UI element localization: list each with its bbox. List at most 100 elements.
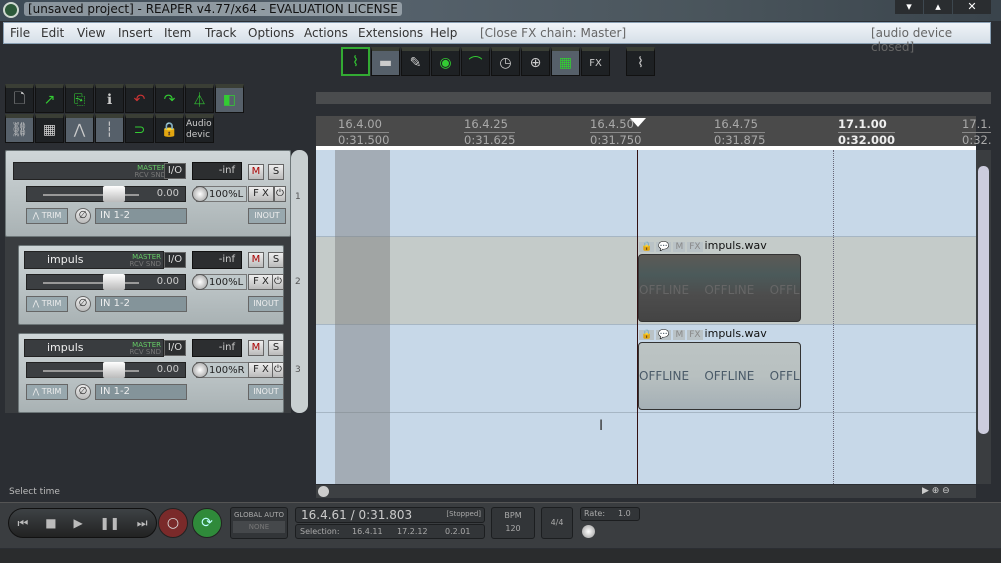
fx-button[interactable]: F X <box>248 186 274 202</box>
menu-extensions[interactable]: Extensions <box>358 26 423 40</box>
selection-display[interactable]: Selection: 16.4.11 17.2.12 0.2.01 <box>295 524 485 539</box>
track-2[interactable]: impuls MASTER RCV SND I/O -inf M S 0.00 1… <box>18 245 284 325</box>
envelope-icon[interactable]: ⋀ <box>65 114 94 143</box>
trim-button[interactable]: ⋀ TRIM <box>26 296 68 312</box>
mute-button[interactable]: M <box>248 252 264 268</box>
scroll-left-button[interactable] <box>318 486 329 497</box>
open-media-icon[interactable]: ⌇ <box>626 47 655 76</box>
go-to-start-icon[interactable]: ⏮ <box>17 516 28 531</box>
zoom-controls[interactable]: ▶ ⊕ ⊖ <box>922 486 972 498</box>
go-to-end-icon[interactable]: ⏭ <box>137 516 148 531</box>
io-button[interactable]: I/O <box>164 252 186 268</box>
io-button[interactable]: I/O <box>164 340 186 356</box>
fx-button[interactable]: F X <box>248 274 274 290</box>
phase-invert-icon[interactable]: ∅ <box>75 208 91 224</box>
monitor-button[interactable]: INOUT <box>248 296 284 312</box>
item-lock-icon[interactable]: 🔒 <box>639 242 655 252</box>
close-fx-chain[interactable]: [Close FX chain: Master] <box>480 26 626 40</box>
menu-file[interactable]: File <box>10 26 30 40</box>
mute-button[interactable]: M <box>248 164 264 180</box>
menu-view[interactable]: View <box>77 26 105 40</box>
solo-button[interactable]: S <box>268 340 284 356</box>
phase-invert-icon[interactable]: ∅ <box>75 384 91 400</box>
repeat-button[interactable]: ⟳ <box>192 508 222 538</box>
pause-icon[interactable]: ❚❚ <box>100 516 120 530</box>
vertical-scrollbar[interactable] <box>976 150 991 484</box>
timeline-ruler[interactable]: 16.4.00 0:31.500 16.4.25 0:31.625 16.4.50 0… <box>316 116 992 147</box>
loop-icon[interactable]: ⊃ <box>125 114 154 143</box>
save-project-icon[interactable]: ⎘ <box>65 84 94 113</box>
selection-length[interactable]: 0.2.01 <box>445 527 470 536</box>
solo-button[interactable]: S <box>268 164 284 180</box>
maximize-button[interactable]: ▴ <box>924 0 952 14</box>
track-3[interactable]: impuls MASTER RCV SND I/O -inf M S 0.00 1… <box>18 333 284 413</box>
stop-icon[interactable]: ■ <box>45 516 56 530</box>
project-info-icon[interactable]: ℹ <box>95 84 124 113</box>
rate-display[interactable]: Rate: 1.0 <box>580 507 640 521</box>
input-select[interactable]: IN 1-2 <box>95 296 187 312</box>
undo-icon[interactable]: ↶ <box>125 84 154 113</box>
trim-button[interactable]: ⋀ TRIM <box>26 208 68 224</box>
global-auto[interactable]: GLOBAL AUTO NONE <box>230 507 288 539</box>
close-button[interactable]: ✕ <box>953 0 991 14</box>
menu-track[interactable]: Track <box>205 26 236 40</box>
show-env-icon[interactable]: ◉ <box>431 47 460 76</box>
rate-knob[interactable] <box>582 525 595 538</box>
time-display[interactable]: 16.4.61 / 0:31.803 [Stopped] <box>295 507 485 523</box>
menu-help[interactable]: Help <box>430 26 457 40</box>
lock-icon[interactable]: ⛓ <box>5 114 34 143</box>
input-select[interactable]: IN 1-2 <box>95 208 187 224</box>
item-fx-button[interactable]: FX <box>687 242 703 252</box>
input-select[interactable]: IN 1-2 <box>95 384 187 400</box>
media-item[interactable]: OFFLINE OFFLINE OFFLI... <box>638 342 801 410</box>
pencil-icon[interactable]: ✎ <box>401 47 430 76</box>
menu-options[interactable]: Options <box>248 26 294 40</box>
auto-mode-button[interactable]: NONE <box>233 521 285 533</box>
fx-button[interactable]: F X <box>248 362 274 378</box>
minimize-button[interactable]: ▾ <box>895 0 923 14</box>
grid-lines-icon[interactable]: ┆ <box>95 114 124 143</box>
track-1[interactable]: MASTER RCV SND I/O -inf M S 0.00 100%L F … <box>5 150 291 237</box>
snap-time-icon[interactable]: ◷ <box>491 47 520 76</box>
io-button[interactable]: I/O <box>164 163 186 179</box>
volume-fader[interactable]: 0.00 <box>26 362 186 378</box>
monitor-button[interactable]: INOUT <box>248 384 284 400</box>
move-items-icon[interactable]: ▬ <box>371 47 400 76</box>
bpm-display[interactable]: BPM 120 <box>491 507 535 539</box>
audio-device-button[interactable]: Audio devic <box>185 114 214 143</box>
snap-icon[interactable]: ▦ <box>35 114 64 143</box>
arrange-view[interactable]: 🔒💬MFXimpuls.wav OFFLINE OFFLINE OFFLI...… <box>316 150 976 484</box>
time-signature[interactable]: 4/4 <box>541 507 573 539</box>
menu-insert[interactable]: Insert <box>118 26 152 40</box>
fx-chain-icon[interactable]: FX <box>581 47 610 76</box>
volume-fader[interactable]: 0.00 <box>26 186 186 202</box>
item-fx-button[interactable]: FX <box>687 330 703 340</box>
pan-knob[interactable] <box>192 362 208 378</box>
fx-bypass-icon[interactable]: ⏻ <box>272 274 284 290</box>
item-lock-icon[interactable]: 🔒 <box>155 114 184 143</box>
volume-fader[interactable]: 0.00 <box>26 274 186 290</box>
menu-edit[interactable]: Edit <box>41 26 64 40</box>
region-bar[interactable] <box>316 92 991 104</box>
menu-item[interactable]: Item <box>164 26 191 40</box>
horizontal-scrollbar[interactable] <box>316 485 976 498</box>
item-mute-button[interactable]: M <box>673 242 686 252</box>
trim-button[interactable]: ⋀ TRIM <box>26 384 68 400</box>
pan-knob[interactable] <box>192 274 208 290</box>
record-button[interactable]: ○ <box>158 508 188 538</box>
metronome-icon[interactable]: ⏃ <box>185 84 214 113</box>
play-cursor-marker[interactable] <box>630 118 646 127</box>
selection-start[interactable]: 16.4.11 <box>352 527 383 536</box>
pan-knob[interactable] <box>192 186 208 202</box>
solo-button[interactable]: S <box>268 252 284 268</box>
item-note-icon[interactable]: 💬 <box>656 330 672 340</box>
redo-icon[interactable]: ↷ <box>155 84 184 113</box>
fx-bypass-icon[interactable]: ⏻ <box>272 362 284 378</box>
item-lock-icon[interactable]: 🔒 <box>639 330 655 340</box>
open-project-icon[interactable]: ↗ <box>35 84 64 113</box>
item-note-icon[interactable]: 💬 <box>656 242 672 252</box>
envelope-window-icon[interactable]: ⌇ <box>341 47 370 76</box>
fx-bypass-icon[interactable]: ⏻ <box>274 186 286 202</box>
vertical-scroll-thumb[interactable] <box>978 166 989 434</box>
zoom-icon[interactable]: ⊕ <box>521 47 550 76</box>
